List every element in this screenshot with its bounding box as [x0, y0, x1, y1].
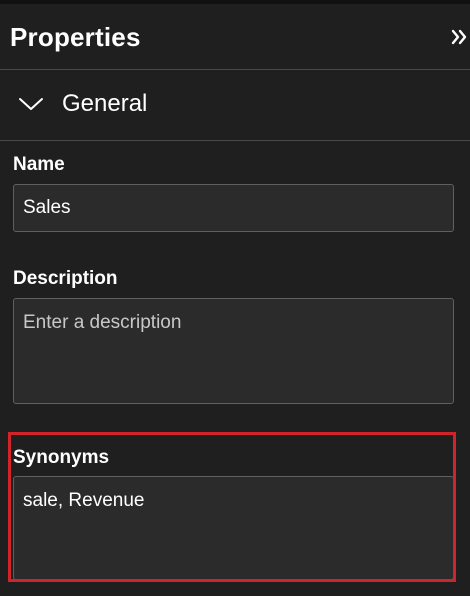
properties-header: Properties — [0, 4, 470, 70]
description-label: Description — [13, 268, 118, 289]
synonyms-field[interactable]: sale, Revenue — [13, 476, 454, 580]
description-field[interactable] — [13, 298, 454, 404]
synonyms-label: Synonyms — [13, 447, 110, 468]
panel-title: Properties — [10, 22, 141, 52]
double-chevron-right-icon[interactable] — [450, 20, 468, 54]
chevron-down-icon — [18, 94, 44, 114]
name-label: Name — [13, 154, 65, 175]
general-section-header[interactable]: General — [0, 70, 470, 141]
name-field[interactable] — [13, 184, 454, 232]
section-label-general: General — [62, 90, 148, 117]
